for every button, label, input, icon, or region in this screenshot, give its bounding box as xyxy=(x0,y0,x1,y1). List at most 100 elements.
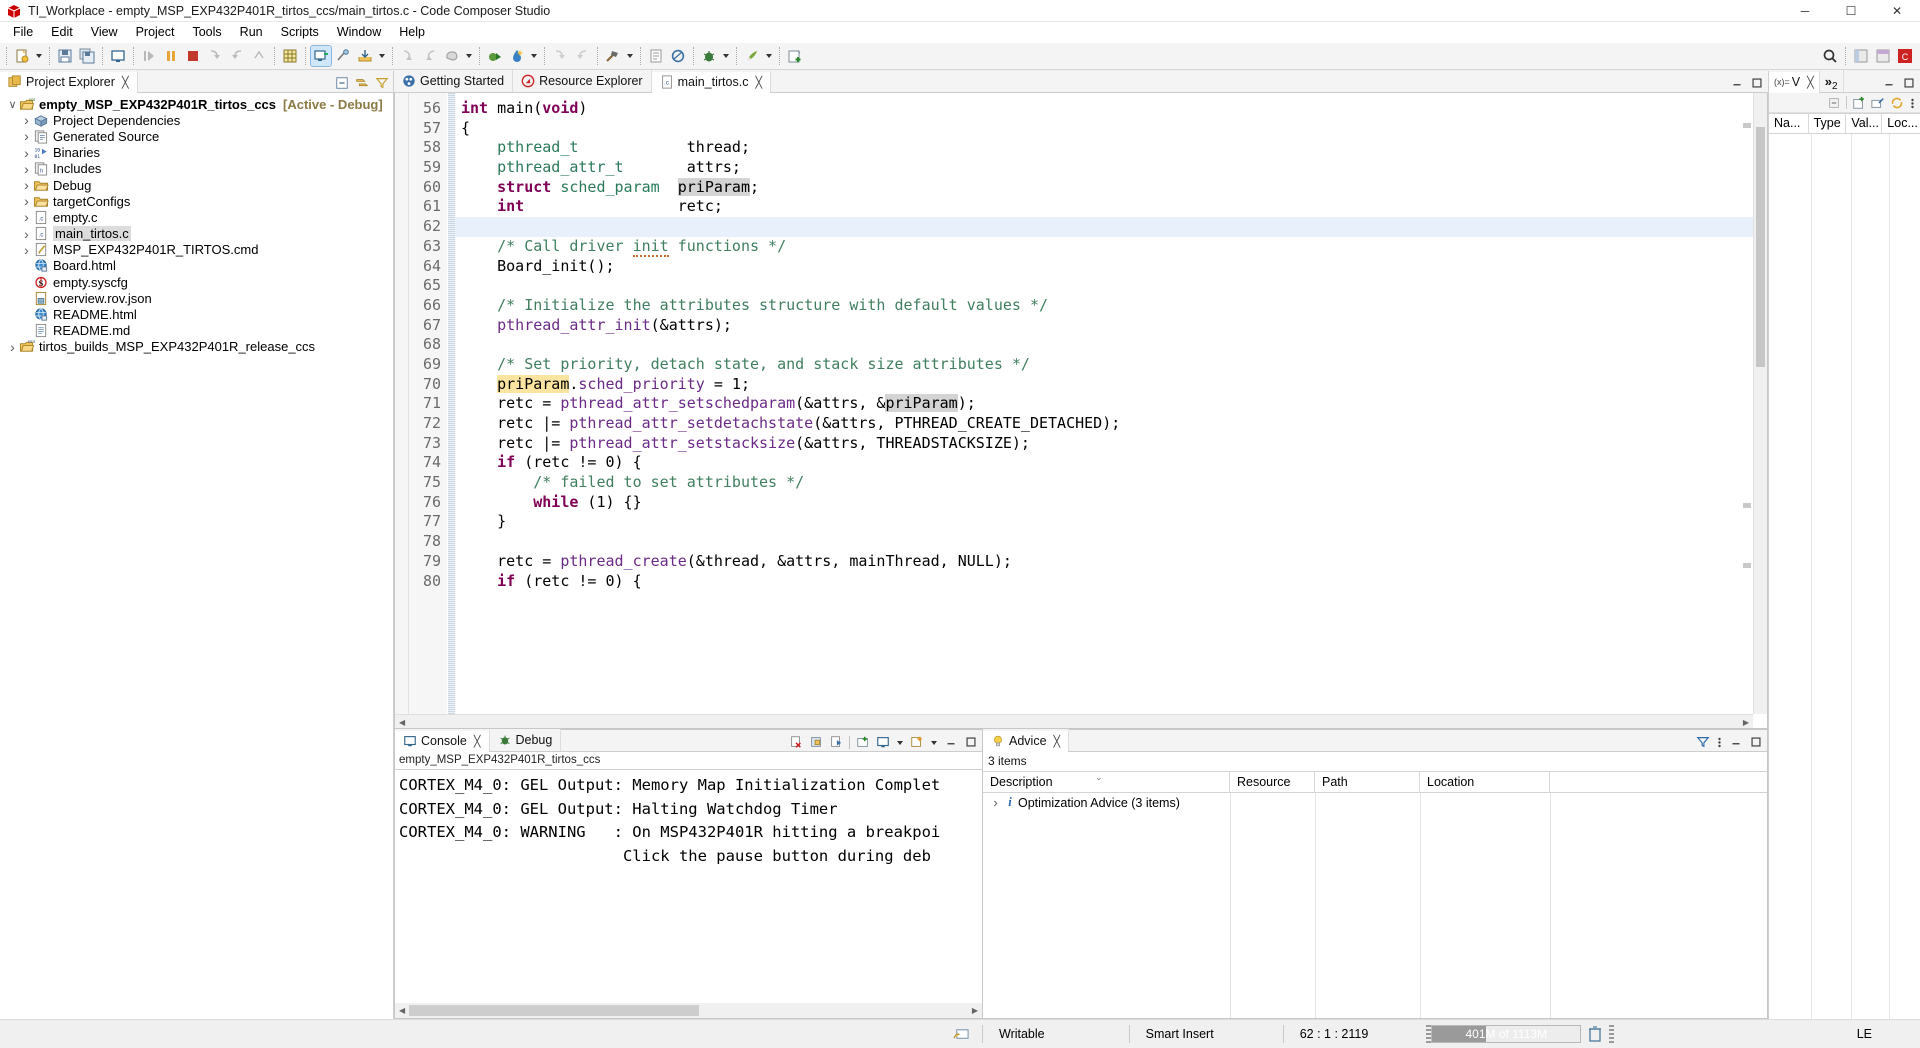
code-line[interactable]: retc |= pthread_attr_setstacksize(&attrs… xyxy=(455,434,1767,454)
minimize-button[interactable]: ─ xyxy=(1782,0,1828,22)
tree-item[interactable]: README.html xyxy=(0,306,393,322)
advice-column-path[interactable]: Path xyxy=(1315,771,1420,793)
chevron-right-icon[interactable] xyxy=(20,193,33,209)
run-dropdown-icon[interactable] xyxy=(764,46,774,66)
chevron-down-icon[interactable] xyxy=(6,98,19,111)
menu-item-view[interactable]: View xyxy=(82,23,127,41)
view-menu-icon[interactable] xyxy=(1909,96,1916,110)
chevron-right-icon[interactable] xyxy=(20,145,33,161)
new-expression-icon[interactable] xyxy=(1852,96,1866,110)
tab-overflow[interactable]: » 2 xyxy=(1819,70,1844,92)
close-icon[interactable]: ╳ xyxy=(1807,76,1814,89)
save-icon[interactable] xyxy=(55,46,75,66)
step-over-icon[interactable] xyxy=(227,46,247,66)
console-horizontal-scroll-thumb[interactable] xyxy=(409,1005,699,1016)
minimize-icon[interactable] xyxy=(1730,76,1744,90)
variables-rows[interactable] xyxy=(1769,134,1920,1019)
chevron-right-icon[interactable] xyxy=(20,226,33,242)
tab-advice[interactable]: Advice ╳ xyxy=(983,729,1070,752)
chevron-right-icon[interactable]: › xyxy=(989,795,1002,810)
maximize-icon[interactable] xyxy=(1749,735,1763,749)
advice-column-description[interactable]: Description ⌄ xyxy=(983,771,1230,793)
menu-item-tools[interactable]: Tools xyxy=(183,23,230,41)
code-line[interactable]: priParam.sched_priority = 1; xyxy=(455,374,1767,395)
chevron-right-icon[interactable] xyxy=(20,112,33,128)
tab-resource-explorer[interactable]: Resource Explorer xyxy=(513,70,652,92)
edit-expression-icon[interactable] xyxy=(1871,96,1885,110)
cache-icon[interactable] xyxy=(442,46,462,66)
menu-item-file[interactable]: File xyxy=(4,23,42,41)
disassembly-step-icon[interactable] xyxy=(398,46,418,66)
menu-item-window[interactable]: Window xyxy=(328,23,390,41)
build-icon[interactable] xyxy=(507,46,527,66)
scroll-right-icon[interactable]: ▶ xyxy=(972,1006,978,1015)
tree-item[interactable]: 1001Binaries xyxy=(0,145,393,161)
step-return-icon[interactable] xyxy=(249,46,269,66)
trash-icon[interactable] xyxy=(1584,1026,1606,1042)
perspective-java-icon[interactable] xyxy=(1851,46,1871,66)
tree-item[interactable]: Debug xyxy=(0,177,393,193)
code-line[interactable]: } xyxy=(455,512,1767,532)
menu-item-project[interactable]: Project xyxy=(127,23,184,41)
code-line[interactable]: /* Set priority, detach state, and stack… xyxy=(455,355,1767,375)
tree-item[interactable]: h Includes xyxy=(0,161,393,177)
tree-item[interactable]: overview.rov.json xyxy=(0,290,393,306)
refresh-icon[interactable] xyxy=(1890,96,1904,110)
overview-mark-1[interactable] xyxy=(1743,123,1751,128)
display-selected-console-icon[interactable] xyxy=(876,735,890,749)
editor-vertical-scroll-thumb[interactable] xyxy=(1756,127,1765,367)
view-menu-filter-icon[interactable] xyxy=(375,76,389,90)
perspective-ccs-icon[interactable]: C xyxy=(1895,46,1915,66)
step-forward-icon[interactable] xyxy=(572,46,592,66)
console-output[interactable]: CORTEX_M4_0: GEL Output: Memory Map Init… xyxy=(395,770,982,1003)
new-project-icon[interactable] xyxy=(785,46,805,66)
tree-item[interactable]: Sempty.syscfg xyxy=(0,274,393,290)
minimize-icon[interactable] xyxy=(944,735,958,749)
suspend-icon[interactable] xyxy=(161,46,181,66)
load-program-icon[interactable] xyxy=(355,46,375,66)
editor-vertical-scrollbar[interactable] xyxy=(1753,93,1767,714)
chevron-right-icon[interactable] xyxy=(6,339,19,355)
restart-icon[interactable] xyxy=(310,45,332,67)
chevron-right-icon[interactable] xyxy=(20,128,33,144)
code-line[interactable]: /* failed to set attributes */ xyxy=(455,473,1767,493)
editor-marker-gutter[interactable] xyxy=(395,93,409,728)
code-line[interactable] xyxy=(455,532,1767,552)
console-horizontal-scrollbar[interactable]: ◀ ▶ xyxy=(395,1003,982,1018)
search-resource-icon[interactable] xyxy=(668,46,688,66)
tab-console[interactable]: Console ╳ xyxy=(395,729,490,752)
chevron-right-icon[interactable] xyxy=(20,177,33,193)
open-console-icon[interactable] xyxy=(856,735,870,749)
view-menu-icon[interactable] xyxy=(1716,735,1723,749)
variables-column-value[interactable]: Val... xyxy=(1846,114,1883,133)
debug-dropdown-icon[interactable] xyxy=(721,46,731,66)
code-line[interactable]: while (1) {} xyxy=(455,493,1767,513)
load-program-dropdown-icon[interactable] xyxy=(377,46,387,66)
tree-item[interactable]: README.md xyxy=(0,323,393,339)
new-file-dropdown-icon[interactable] xyxy=(34,46,44,66)
build-dropdown-icon[interactable] xyxy=(529,46,539,66)
hammer-build-icon[interactable] xyxy=(603,46,623,66)
tab-variables[interactable]: (x)= V ╳ xyxy=(1769,70,1820,93)
variables-column-type[interactable]: Type xyxy=(1809,114,1847,133)
tree-item[interactable]: MSP_EXP432P401R_TIRTOS.cmd xyxy=(0,242,393,258)
code-line[interactable]: int retc; xyxy=(455,197,1767,217)
tree-item[interactable]: RTSC tirtos_builds_MSP_EXP432P401R_releas… xyxy=(0,339,393,355)
debug-run-icon[interactable] xyxy=(485,46,505,66)
code-line[interactable]: retc |= pthread_attr_setdetachstate(&att… xyxy=(455,414,1767,434)
debug-bug-icon[interactable] xyxy=(699,46,719,66)
show-console-icon[interactable] xyxy=(829,735,843,749)
editor-code[interactable]: int main(void){ pthread_t thread; pthrea… xyxy=(455,93,1767,728)
collapse-all-icon[interactable] xyxy=(1827,96,1841,110)
code-line[interactable]: struct sched_param priParam; xyxy=(455,177,1767,198)
cache-dropdown-icon[interactable] xyxy=(464,46,474,66)
tree-item[interactable]: .c main_tirtos.c xyxy=(0,226,393,242)
overview-mark-3[interactable] xyxy=(1743,563,1751,568)
maximize-icon[interactable] xyxy=(1902,76,1916,90)
overview-mark-2[interactable] xyxy=(1743,503,1751,508)
advice-column-resource[interactable]: Resource xyxy=(1230,771,1315,793)
drag-handle[interactable] xyxy=(1609,1025,1615,1043)
terminate-icon[interactable] xyxy=(183,46,203,66)
code-line[interactable]: if (retc != 0) { xyxy=(455,453,1767,473)
code-line[interactable]: pthread_t thread; xyxy=(455,138,1767,158)
